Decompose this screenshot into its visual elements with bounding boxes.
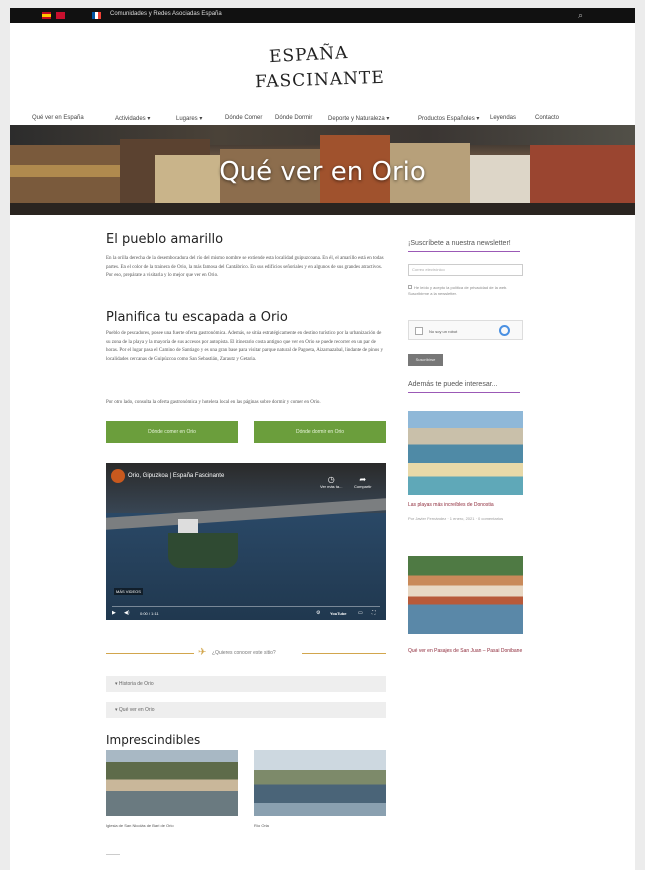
recaptcha-label: No soy un robot <box>429 329 458 334</box>
airplane-icon: ✈ <box>198 647 207 658</box>
youtube-logo[interactable]: YouTube <box>330 611 347 616</box>
top-bar-tagline[interactable]: Comunidades y Redes Asociadas España <box>110 11 222 17</box>
section-heading-planifica: Planifica tu escapada a Orio <box>106 310 288 325</box>
divider-line-left <box>106 653 194 654</box>
recaptcha-icon <box>499 325 510 336</box>
thumbnail-iglesia[interactable] <box>106 750 238 816</box>
divider-line-right <box>302 653 386 654</box>
accordion-que-ver[interactable]: ▾ Qué ver en Orio <box>106 702 386 718</box>
caption-iglesia[interactable]: Iglesia de San Nicolás de Bari de Orio <box>106 823 174 828</box>
related-link-pasajes[interactable]: Qué ver en Pasajes de San Juan – Pasai D… <box>408 648 523 655</box>
email-field[interactable]: Correo electrónico <box>408 264 523 276</box>
divider-text: ¿Quieres conocer este sitio? <box>212 650 276 656</box>
nav-item-donde-comer[interactable]: Dónde Comer <box>225 115 262 121</box>
subscribe-button[interactable]: Suscribirse <box>408 354 443 366</box>
video-title[interactable]: Orio, Gipuzkoa | España Fascinante <box>128 473 224 479</box>
page: Comunidades y Redes Asociadas España ⌕ E… <box>10 8 635 870</box>
volume-icon[interactable]: ◀) <box>124 610 130 616</box>
related-heading: Además te puede interesar... <box>408 381 498 388</box>
section-heading-imprescindibles: Imprescindibles <box>106 733 201 747</box>
search-icon[interactable]: ⌕ <box>578 10 589 21</box>
gastronomy-paragraph: Por otro lado, consulta la oferta gastro… <box>106 400 321 405</box>
related-meta-playas: Por Javier Fernández · 1 enero, 2021 · 0… <box>408 516 504 521</box>
nav-item-lugares[interactable]: Lugares ▾ <box>176 115 202 122</box>
share-icon: ➦ <box>359 475 367 484</box>
section-divider: ✈ ¿Quieres conocer este sitio? <box>106 647 386 658</box>
logo-line-1: ESPAÑA <box>268 42 349 68</box>
clock-icon: ◷ <box>327 475 335 484</box>
video-progress-bar[interactable] <box>112 606 380 607</box>
settings-icon[interactable]: ⚙ <box>316 610 320 616</box>
video-controls: ▶ ◀) 0:00 / 1:11 ⚙ YouTube ▭ ⛶ <box>106 609 386 620</box>
share-label: Compartir <box>354 484 372 489</box>
related-heading-rule <box>408 392 520 393</box>
nav-item-deporte[interactable]: Deporte y Naturaleza ▾ <box>328 115 389 122</box>
where-to-eat-button[interactable]: Dónde comer en Orio <box>106 421 238 443</box>
planifica-paragraph: Pueblo de pescadores, posee una fuerte o… <box>106 331 383 362</box>
bottom-divider <box>106 854 120 855</box>
nav-item-que-ver[interactable]: Qué ver en España <box>32 115 84 121</box>
video-water <box>106 513 386 620</box>
site-logo[interactable]: ESPAÑA FASCINANTE <box>255 42 385 100</box>
video-player[interactable]: Orio, Gipuzkoa | España Fascinante ◷ Ver… <box>106 463 386 620</box>
privacy-consent: He leído y acepto la política de privaci… <box>408 285 523 297</box>
where-to-sleep-button[interactable]: Dónde dormir en Orio <box>254 421 386 443</box>
english-flag-icon[interactable] <box>56 12 65 19</box>
nav-item-productos[interactable]: Productos Españoles ▾ <box>418 115 479 122</box>
more-videos-label[interactable]: MÁS VIDEOS <box>114 588 143 595</box>
video-boat <box>168 533 238 568</box>
spanish-flag-icon[interactable] <box>42 12 51 19</box>
consent-text: He leído y acepto la política de privaci… <box>408 285 508 296</box>
thumbnail-rio-oria[interactable] <box>254 750 386 816</box>
related-link-playas[interactable]: Las playas más increíbles de Donostia <box>408 502 523 509</box>
newsletter-heading-rule <box>408 251 520 252</box>
video-time: 0:00 / 1:11 <box>140 611 159 616</box>
logo-line-2: FASCINANTE <box>254 67 386 93</box>
nav-item-contacto[interactable]: Contacto <box>535 115 559 121</box>
newsletter-heading: ¡Suscríbete a nuestra newsletter! <box>408 240 511 247</box>
recaptcha-widget[interactable]: No soy un robot <box>408 320 523 340</box>
watch-later-button[interactable]: ◷ Ver más ta... <box>320 475 342 489</box>
nav-item-donde-dormir[interactable]: Dónde Dormir <box>275 115 312 121</box>
caption-rio-oria[interactable]: Río Oria <box>254 823 269 828</box>
nav-item-leyendas[interactable]: Leyendas <box>490 115 516 121</box>
hero-banner: Qué ver en Orio <box>10 125 635 215</box>
watch-later-label: Ver más ta... <box>320 484 343 489</box>
accordion-historia[interactable]: ▾ Historia de Orio <box>106 676 386 692</box>
consent-checkbox[interactable] <box>408 285 412 289</box>
recaptcha-checkbox[interactable] <box>415 327 423 335</box>
fullscreen-icon[interactable]: ⛶ <box>372 610 376 616</box>
page-title: Qué ver en Orio <box>219 157 426 187</box>
intro-paragraph: En la orilla derecha de la desembocadura… <box>106 256 384 278</box>
play-icon[interactable]: ▶ <box>112 610 116 616</box>
french-flag-icon[interactable] <box>92 12 101 19</box>
share-button[interactable]: ➦ Compartir <box>354 475 372 489</box>
cast-icon[interactable]: ▭ <box>358 610 363 616</box>
related-image-pasajes[interactable] <box>408 556 523 634</box>
channel-avatar[interactable] <box>111 469 125 483</box>
related-image-playas[interactable] <box>408 411 523 495</box>
top-bar: Comunidades y Redes Asociadas España ⌕ <box>10 8 635 23</box>
nav-item-actividades[interactable]: Actividades ▾ <box>115 115 150 122</box>
section-heading-pueblo: El pueblo amarillo <box>106 232 224 247</box>
